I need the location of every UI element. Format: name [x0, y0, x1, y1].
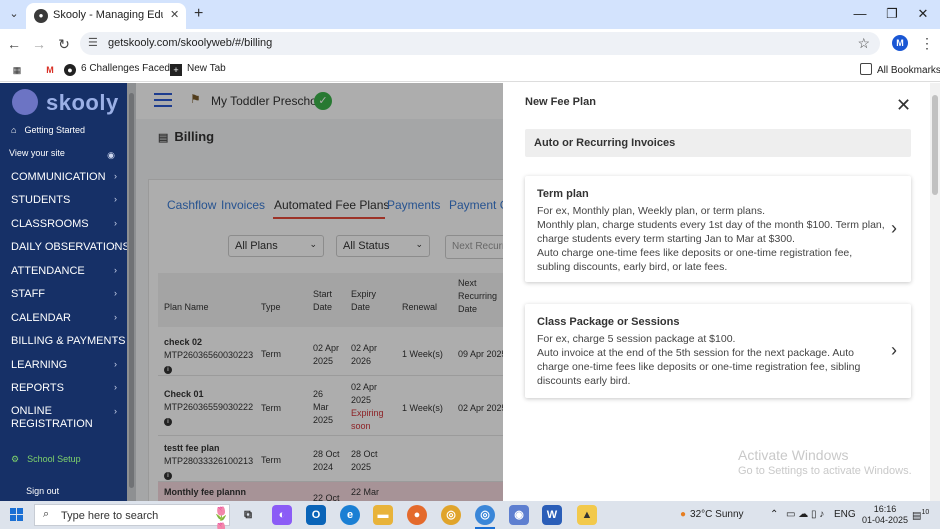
- sidebar-item-students[interactable]: STUDENTS ›: [11, 194, 123, 206]
- browser-tab-strip: ⌄ ● Skooly - Managing Educational ✕ + — …: [0, 0, 940, 29]
- activate-windows-subtitle: Go to Settings to activate Windows.: [738, 465, 912, 477]
- sidebar-item-billing-payments[interactable]: BILLING & PAYMENTS ›: [11, 335, 126, 347]
- logo-text: skooly: [46, 90, 119, 115]
- word-icon[interactable]: W: [542, 505, 562, 525]
- card-description: For ex, Monthly plan, Weekly plan, or te…: [537, 205, 885, 273]
- owl-logo-icon: [12, 89, 38, 115]
- chrome-icon[interactable]: ◎: [441, 505, 461, 525]
- minimize-icon[interactable]: —: [845, 4, 875, 24]
- firefox-icon[interactable]: ●: [407, 505, 427, 525]
- app-sidebar: skooly ⌂ Getting Started View your site ◉ …: [0, 83, 127, 501]
- new-tab-plus-icon[interactable]: +: [194, 5, 203, 23]
- panel-title: New Fee Plan: [525, 96, 596, 108]
- profile-avatar[interactable]: M: [892, 35, 908, 51]
- gear-icon: ⚙: [11, 454, 20, 464]
- section-header: Auto or Recurring Invoices: [525, 129, 911, 157]
- file-explorer-icon[interactable]: ▬: [373, 505, 393, 525]
- sidebar-item-learning[interactable]: LEARNING ›: [11, 359, 123, 371]
- tab-title: Skooly - Managing Educational: [53, 9, 163, 21]
- bookmark-new-tab[interactable]: + New Tab: [170, 63, 226, 76]
- class-package-card[interactable]: Class Package or Sessions For ex, charge…: [525, 304, 911, 398]
- skooly-favicon-icon: ●: [34, 9, 48, 23]
- chevron-right-icon: ›: [114, 312, 117, 322]
- chrome-profile-icon[interactable]: ◎: [475, 505, 495, 525]
- browser-toolbar: ← → ↻ ☰ getskooly.com/skoolyweb/#/billin…: [0, 29, 940, 58]
- card-title: Term plan: [537, 188, 589, 200]
- chevron-right-icon[interactable]: ›: [891, 218, 897, 239]
- new-fee-plan-panel: New Fee Plan ✕ Auto or Recurring Invoice…: [503, 83, 940, 501]
- chevron-right-icon: ›: [114, 288, 117, 298]
- sidebar-item-classrooms[interactable]: CLASSROOMS ›: [11, 218, 123, 230]
- panel-scrollbar[interactable]: [930, 83, 940, 501]
- sidebar-item-staff[interactable]: STAFF ›: [11, 288, 123, 300]
- taskbar-search-box[interactable]: ⌕ Type here to search 🌷🌷🌷: [34, 504, 230, 529]
- sidebar-getting-started[interactable]: ⌂ Getting Started: [11, 125, 123, 135]
- bookmarks-bar: ▦ M ● 6 Challenges Faced... + New Tab All …: [0, 58, 940, 82]
- tulips-icon: 🌷🌷🌷: [213, 506, 230, 529]
- browser-tab[interactable]: ● Skooly - Managing Educational ✕: [26, 3, 186, 29]
- app-icon[interactable]: ◉: [509, 505, 529, 525]
- close-window-icon[interactable]: ✕: [908, 4, 938, 24]
- sidebar-item-daily-observations[interactable]: DAILY OBSERVATIONS ›: [11, 241, 127, 253]
- close-tab-icon[interactable]: ✕: [170, 8, 179, 21]
- address-bar[interactable]: ☰ getskooly.com/skoolyweb/#/billing ☆: [80, 32, 880, 55]
- back-icon[interactable]: ←: [5, 35, 23, 53]
- edge-icon[interactable]: e: [340, 505, 360, 525]
- chevron-right-icon: ›: [114, 265, 117, 275]
- modal-backdrop[interactable]: [127, 83, 503, 501]
- chevron-right-icon: ›: [114, 335, 117, 345]
- chevron-right-icon: ›: [114, 241, 117, 251]
- sidebar-item-reports[interactable]: REPORTS ›: [11, 382, 123, 394]
- chevron-right-icon: ›: [114, 218, 117, 228]
- chevron-right-icon: ›: [114, 359, 117, 369]
- sidebar-item-online-registration[interactable]: ONLINE REGISTRATION ›: [11, 405, 123, 431]
- bookmark-challenges[interactable]: ● 6 Challenges Faced...: [64, 63, 178, 76]
- eye-icon: ◉: [107, 150, 115, 160]
- site-info-icon[interactable]: ☰: [88, 36, 98, 49]
- sidebar-view-site[interactable]: View your site ◉: [9, 148, 121, 160]
- sidebar-school-setup[interactable]: ⚙ School Setup: [11, 454, 123, 465]
- chevron-right-icon: ›: [114, 194, 117, 204]
- gmail-bookmark-icon[interactable]: M: [44, 63, 61, 76]
- weather-widget[interactable]: ● 32°C Sunny: [680, 509, 744, 520]
- activate-windows-title: Activate Windows: [738, 447, 849, 463]
- windows-start-icon[interactable]: [10, 508, 24, 522]
- bookmark-star-icon[interactable]: ☆: [857, 35, 870, 52]
- search-icon: ⌕: [43, 508, 50, 520]
- restore-icon[interactable]: ❐: [877, 4, 907, 24]
- tab-search-chevron-icon[interactable]: ⌄: [6, 7, 22, 23]
- chevron-right-icon: ›: [114, 382, 117, 392]
- chevron-right-icon: ›: [114, 171, 117, 181]
- card-description: For ex, charge 5 session package at $100…: [537, 333, 861, 387]
- tray-chevron-icon[interactable]: ⌃: [770, 509, 778, 520]
- outlook-icon[interactable]: O: [306, 505, 326, 525]
- more-menu-icon[interactable]: ⋮: [920, 35, 934, 52]
- language-indicator[interactable]: ENG: [834, 509, 856, 520]
- panel-scrollbar-thumb[interactable]: [932, 95, 938, 195]
- sidebar-sign-out[interactable]: ⏻Sign out: [11, 486, 123, 497]
- copilot-icon[interactable]: ◐: [272, 505, 292, 525]
- close-icon[interactable]: ✕: [896, 96, 911, 114]
- term-plan-card[interactable]: Term plan For ex, Monthly plan, Weekly p…: [525, 176, 911, 282]
- paint-icon[interactable]: ▲: [577, 505, 597, 525]
- chevron-right-icon[interactable]: ›: [891, 340, 897, 361]
- url-text[interactable]: getskooly.com/skoolyweb/#/billing: [108, 37, 272, 49]
- sidebar-item-attendance[interactable]: ATTENDANCE ›: [11, 265, 123, 277]
- chevron-right-icon: ›: [114, 406, 117, 416]
- all-bookmarks[interactable]: All Bookmarks: [860, 63, 940, 76]
- taskbar-clock[interactable]: 16:16 01-04-2025: [862, 504, 908, 526]
- sun-icon: ●: [680, 509, 687, 520]
- apps-grid-icon[interactable]: ▦: [11, 63, 28, 76]
- reload-icon[interactable]: ↻: [55, 35, 73, 53]
- sidebar-item-calendar[interactable]: CALENDAR ›: [11, 312, 123, 324]
- sidebar-item-communication[interactable]: COMMUNICATION ›: [11, 171, 123, 183]
- notifications-icon[interactable]: ▤10: [912, 509, 929, 521]
- task-view-icon[interactable]: ⧉: [238, 505, 258, 525]
- windows-taskbar: ⌕ Type here to search 🌷🌷🌷 ⧉ ◐ O e ▬ ● ◎ …: [0, 501, 940, 529]
- card-title: Class Package or Sessions: [537, 316, 680, 328]
- tray-icons[interactable]: ▭ ☁ ▯ ♪: [786, 509, 824, 520]
- forward-icon[interactable]: →: [30, 35, 48, 53]
